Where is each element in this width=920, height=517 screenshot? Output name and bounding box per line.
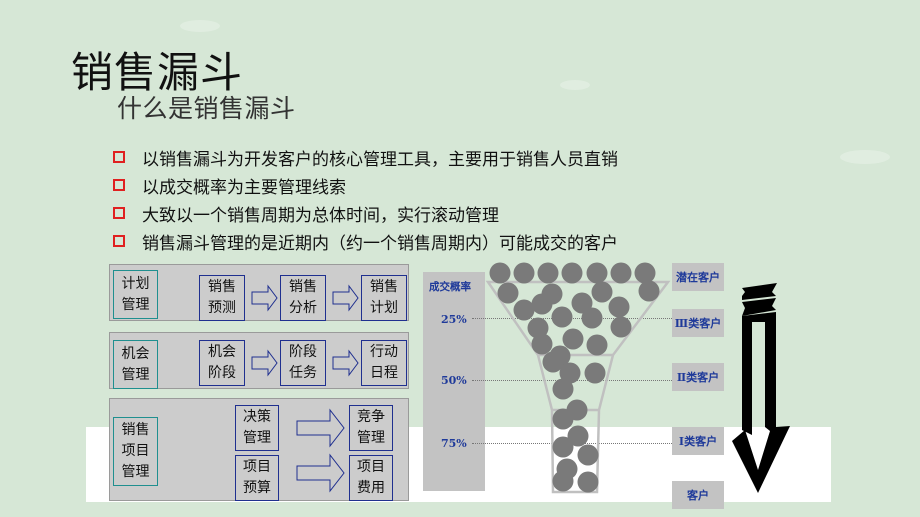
down-arrow [732,283,790,493]
down-arrow-icon [732,283,790,493]
